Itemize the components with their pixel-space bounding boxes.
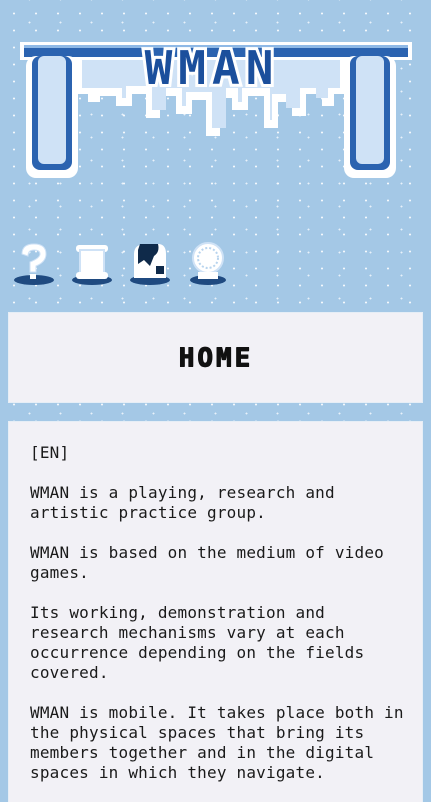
wman-logo: WMAN WMAN <box>20 38 412 178</box>
language-tag: [EN] <box>30 443 70 462</box>
svg-text:WMAN: WMAN <box>145 41 280 95</box>
question-mark-icon[interactable] <box>12 240 56 286</box>
content-panel: [EN] WMAN is a playing, research and art… <box>9 422 422 802</box>
page-title: HOME <box>178 343 253 373</box>
page-title-panel: HOME <box>9 313 422 402</box>
scroll-icon[interactable] <box>70 240 114 286</box>
paragraph: WMAN is based on the medium of video gam… <box>30 543 384 582</box>
content-body: [EN] WMAN is a playing, research and art… <box>9 422 422 783</box>
cow-icon[interactable] <box>128 240 172 286</box>
crystal-ball-icon[interactable] <box>186 240 230 286</box>
paragraph: Its working, demonstration and research … <box>30 603 365 682</box>
paragraph: WMAN is mobile. It takes place both in t… <box>30 703 404 782</box>
paragraph: WMAN is a playing, research and artistic… <box>30 483 335 522</box>
nav-bar <box>12 240 252 288</box>
